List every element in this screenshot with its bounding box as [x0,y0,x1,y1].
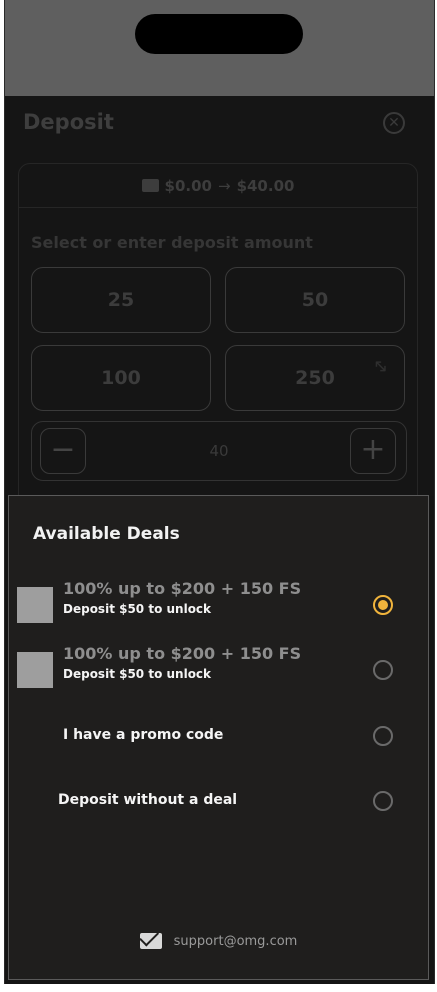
deal-option[interactable]: 100% up to $200 + 150 FS Deposit $50 to … [9,644,428,702]
support-contact[interactable]: support@omg.com [9,926,428,956]
no-deal-label[interactable]: Deposit without a deal [58,792,237,808]
support-email[interactable]: support@omg.com [174,934,298,949]
amount-preset-button[interactable]: 25 [31,267,211,333]
no-deal-radio[interactable] [373,791,393,811]
amount-prompt: Select or enter deposit amount [31,233,313,252]
camera-notch [135,14,303,54]
deal-subtitle: Deposit $50 to unlock [63,602,212,616]
deal-subtitle: Deposit $50 to unlock [63,667,212,681]
amount-preset-button[interactable]: 50 [225,267,405,333]
wallet-icon [141,179,159,192]
deal-thumbnail [17,587,53,623]
arrow-right-icon: → [217,176,231,195]
minus-button[interactable]: − [40,428,86,474]
deals-sheet: Available Deals 100% up to $200 + 150 FS… [8,495,429,980]
balance-from: $0.00 [164,176,212,195]
amount-stepper: 40 − + [31,421,407,481]
phone-screen: Deposit ✕ $0.00 → $40.00 Select or enter… [4,0,435,984]
deal-radio[interactable] [373,660,393,680]
deal-title: 100% up to $200 + 150 FS [63,579,302,598]
deal-radio[interactable] [373,595,393,615]
deal-option[interactable]: 100% up to $200 + 150 FS Deposit $50 to … [9,579,428,637]
sheet-title: Available Deals [33,524,180,544]
deal-thumbnail [17,652,53,688]
balance-row: $0.00 → $40.00 [19,164,417,208]
close-icon[interactable]: ✕ [383,112,405,134]
page-title: Deposit [23,110,114,134]
promo-code-label[interactable]: I have a promo code [63,727,223,743]
balance-to: $40.00 [236,176,295,195]
mail-icon [139,933,162,949]
amount-preset-button[interactable]: 100 [31,345,211,411]
deal-title: 100% up to $200 + 150 FS [63,644,302,663]
status-bar [5,0,434,96]
plus-button[interactable]: + [350,428,396,474]
promo-code-radio[interactable] [373,726,393,746]
